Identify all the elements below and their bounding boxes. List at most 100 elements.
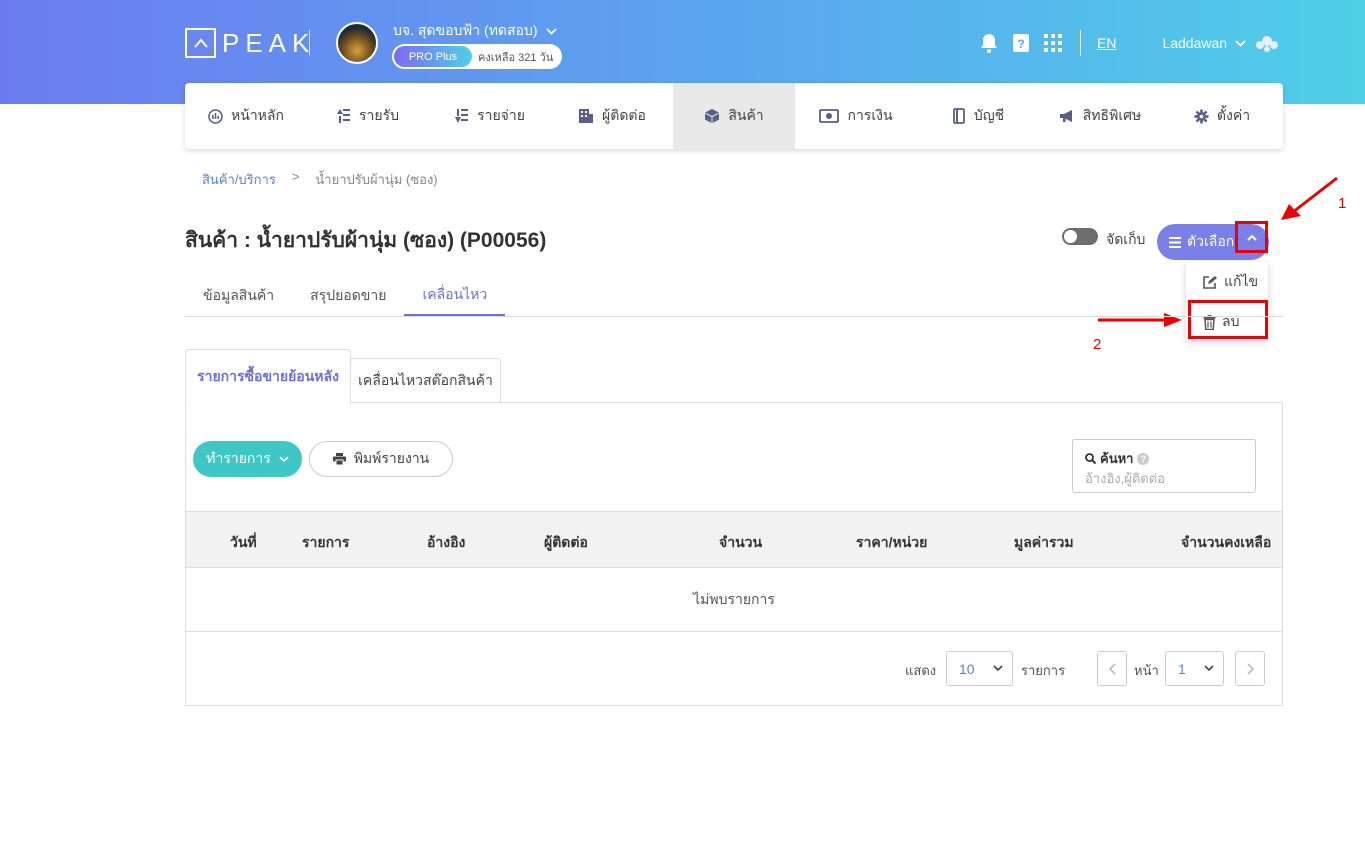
subtab-stock-movement[interactable]: เคลื่อนไหวสต๊อกสินค้า	[350, 358, 501, 403]
search-box: ค้นหา ?	[1072, 439, 1256, 493]
archive-toggle[interactable]	[1062, 228, 1098, 245]
contacts-icon	[578, 108, 594, 124]
items-label: รายการ	[1021, 663, 1066, 678]
subtab-transaction-history[interactable]: รายการซื้อขายย้อนหลัง	[185, 349, 351, 404]
column-header[interactable]: จำนวนคงเหลือ	[1181, 532, 1271, 554]
nav-item-settings[interactable]: ตั้งค่า	[1161, 83, 1283, 149]
nav-item-expense[interactable]: รายจ่าย	[429, 83, 551, 149]
empty-state: ไม่พบรายการ	[186, 568, 1282, 632]
main-nav: หน้าหลัก รายรับ รายจ่าย ผู้ติดต่อ สินค้า…	[185, 83, 1283, 149]
user-menu[interactable]: Laddawan	[1162, 33, 1280, 53]
prev-page-button[interactable]	[1097, 651, 1127, 686]
chevron-up-icon	[1246, 234, 1257, 241]
nav-item-contacts[interactable]: ผู้ติดต่อ	[551, 83, 673, 149]
expense-icon	[455, 108, 469, 124]
product-tabs: ข้อมูลสินค้า สรุปยอดขาย เคลื่อนไหว	[185, 276, 1283, 317]
next-page-button[interactable]	[1235, 651, 1265, 686]
user-avatar-icon	[1256, 36, 1279, 52]
nav-item-privileges[interactable]: สิทธิพิเศษ	[1039, 83, 1161, 149]
page-size-label: แสดง	[905, 663, 937, 678]
options-caret-highlight[interactable]	[1235, 221, 1268, 253]
tab-movement[interactable]: เคลื่อนไหว	[404, 276, 506, 316]
options-label: ตัวเลือก	[1187, 233, 1235, 249]
nav-label: สิทธิพิเศษ	[1082, 107, 1142, 123]
nav-item-income[interactable]: รายรับ	[307, 83, 429, 149]
page-size-value: 10	[959, 660, 975, 677]
nav-label: รายรับ	[359, 107, 399, 123]
nav-label: สินค้า	[728, 107, 764, 123]
chevron-down-icon	[279, 455, 289, 462]
bell-icon[interactable]	[980, 33, 998, 53]
help-book-icon[interactable]: ?	[1012, 33, 1030, 53]
search-label-row: ค้นหา ?	[1085, 448, 1150, 469]
page-label: หน้า	[1134, 663, 1159, 678]
divider	[309, 30, 310, 56]
megaphone-icon	[1059, 109, 1075, 123]
header-actions: ? EN Laddawan	[980, 30, 1280, 56]
chevron-down-icon	[1235, 39, 1246, 47]
breadcrumb: สินค้า/บริการ > น้ำยาปรับผ้านุ่ม (ซอง)	[202, 169, 438, 190]
nav-label: รายจ่าย	[477, 107, 525, 123]
annotation-arrow-1	[1281, 176, 1338, 220]
language-switch[interactable]: EN	[1097, 35, 1116, 51]
apps-grid-icon[interactable]	[1044, 34, 1062, 52]
action-dropdown-button[interactable]: ทำรายการ	[193, 441, 302, 477]
plan-remaining: คงเหลือ 321 วัน	[478, 51, 554, 64]
column-header[interactable]: ราคา/หน่วย	[856, 532, 927, 554]
nav-item-home[interactable]: หน้าหลัก	[185, 83, 307, 149]
annotation-label-1: 1	[1338, 195, 1347, 212]
money-icon	[819, 109, 840, 123]
nav-label: บัญชี	[973, 107, 1005, 123]
help-icon[interactable]: ?	[1137, 452, 1150, 465]
search-icon	[1085, 453, 1096, 464]
divider	[1080, 30, 1081, 56]
action-label: ทำรายการ	[206, 450, 271, 466]
column-header[interactable]: มูลค่ารวม	[1014, 532, 1074, 554]
chevron-down-icon	[1204, 665, 1214, 672]
chevron-right-icon	[1246, 662, 1254, 675]
breadcrumb-separator: >	[291, 169, 300, 184]
company-avatar[interactable]	[336, 22, 378, 64]
annotation-label-2: 2	[1093, 336, 1102, 353]
column-header[interactable]: วันที่	[230, 532, 257, 554]
menu-bars-icon	[1169, 236, 1181, 248]
print-report-button[interactable]: พิมพ์รายงาน	[309, 441, 453, 477]
page-number-select[interactable]: 1	[1165, 651, 1224, 686]
chevron-down-icon	[993, 665, 1003, 672]
column-header[interactable]: รายการ	[302, 532, 349, 554]
income-icon	[337, 108, 351, 124]
column-header[interactable]: อ้างอิง	[427, 532, 465, 554]
tab-sales-summary[interactable]: สรุปยอดขาย	[292, 276, 404, 316]
chevron-down-icon	[545, 27, 557, 35]
plan-pill: PRO Plus คงเหลือ 321 วัน	[392, 44, 562, 69]
logo-text: PEAK	[222, 27, 316, 58]
column-header[interactable]: ผู้ติดต่อ	[544, 532, 588, 554]
nav-label: ผู้ติดต่อ	[602, 107, 646, 123]
column-header[interactable]: จำนวน	[719, 532, 762, 554]
book-icon	[952, 108, 966, 124]
product-box-icon	[704, 108, 720, 124]
logo-caret-icon	[185, 28, 216, 58]
nav-item-finance[interactable]: การเงิน	[795, 83, 917, 149]
table-header: วันที่ รายการ อ้างอิง ผู้ติดต่อ จำนวน รา…	[186, 511, 1282, 568]
printer-icon	[332, 453, 346, 465]
peak-logo[interactable]: PEAK	[185, 28, 315, 58]
toggle-knob	[1064, 230, 1077, 243]
chevron-left-icon	[1108, 662, 1116, 675]
breadcrumb-parent-link[interactable]: สินค้า/บริการ	[202, 169, 276, 190]
company-switcher[interactable]: บจ. สุดขอบฟ้า (ทดสอบ)	[393, 20, 557, 42]
svg-text:?: ?	[1017, 37, 1024, 51]
page-size-select[interactable]: 10	[946, 651, 1013, 686]
nav-label: การเงิน	[847, 107, 893, 123]
breadcrumb-current: น้ำยาปรับผ้านุ่ม (ซอง)	[315, 172, 438, 187]
search-input[interactable]	[1085, 468, 1245, 488]
print-label: พิมพ์รายงาน	[353, 450, 430, 466]
user-name: Laddawan	[1162, 35, 1228, 51]
archive-label: จัดเก็บ	[1106, 231, 1146, 247]
gear-icon	[1194, 109, 1209, 124]
nav-label: ตั้งค่า	[1216, 107, 1251, 123]
nav-item-accounting[interactable]: บัญชี	[917, 83, 1039, 149]
nav-item-products[interactable]: สินค้า	[673, 83, 795, 149]
tab-product-info[interactable]: ข้อมูลสินค้า	[185, 276, 292, 316]
search-label: ค้นหา	[1100, 451, 1134, 466]
